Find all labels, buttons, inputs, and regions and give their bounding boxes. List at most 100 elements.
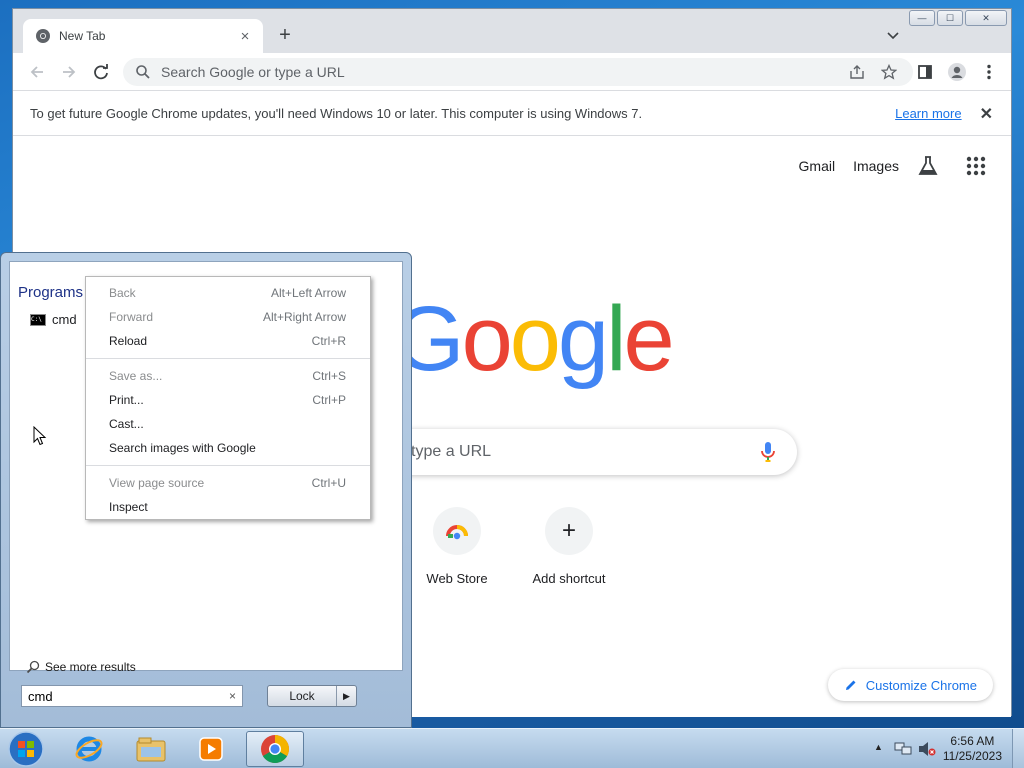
customize-chrome-button[interactable]: Customize Chrome xyxy=(827,669,993,701)
infobar-close-icon[interactable]: ✕ xyxy=(980,104,993,124)
menu-item-save-as[interactable]: Save as... Ctrl+S xyxy=(86,364,370,388)
tab-search-icon[interactable] xyxy=(885,27,901,43)
forward-icon[interactable] xyxy=(59,62,79,82)
share-icon[interactable] xyxy=(849,64,865,80)
result-cmd[interactable]: C:\ cmd xyxy=(30,312,77,327)
infobar-message: To get future Google Chrome updates, you… xyxy=(30,106,643,121)
microphone-icon[interactable] xyxy=(759,441,777,463)
menu-separator xyxy=(86,465,370,466)
menu-item-label: Print... xyxy=(109,393,144,407)
clock-time: 6:56 AM xyxy=(950,734,995,748)
ie-icon xyxy=(75,736,103,762)
menu-item-shortcut: Alt+Left Arrow xyxy=(270,286,346,300)
volume-muted-icon[interactable] xyxy=(918,741,936,757)
apps-grid-icon[interactable] xyxy=(965,155,987,177)
menu-item-back[interactable]: Back Alt+Left Arrow xyxy=(86,281,370,305)
cmd-icon: C:\ xyxy=(30,313,46,326)
lock-button[interactable]: Lock ▶ xyxy=(267,685,357,707)
profile-icon[interactable] xyxy=(947,62,967,82)
taskbar-ie[interactable] xyxy=(60,731,118,767)
start-search-input[interactable] xyxy=(28,688,229,704)
tab-close-icon[interactable]: × xyxy=(237,28,253,45)
start-menu-bottom: × Lock ▶ xyxy=(9,677,403,717)
labs-icon[interactable] xyxy=(917,155,939,177)
programs-heading: Programs xyxy=(18,284,84,301)
images-link[interactable]: Images xyxy=(853,158,899,174)
menu-icon[interactable] xyxy=(979,62,999,82)
taskbar-media-player[interactable] xyxy=(182,731,240,767)
menu-item-inspect[interactable]: Inspect xyxy=(86,495,370,519)
menu-item-shortcut: Ctrl+U xyxy=(311,476,346,490)
plus-icon: + xyxy=(545,507,593,555)
taskbar-chrome[interactable] xyxy=(246,731,304,767)
system-tray: ▲ 6:56 AM 11/25/2023 xyxy=(864,729,1024,768)
minimize-button[interactable]: — xyxy=(909,10,935,26)
taskbar: ▲ 6:56 AM 11/25/2023 xyxy=(0,728,1024,768)
see-more-label: See more results xyxy=(45,660,136,674)
back-icon[interactable] xyxy=(27,62,47,82)
menu-item-shortcut: Ctrl+S xyxy=(312,369,346,383)
shortcut-label: Add shortcut xyxy=(532,571,606,586)
pencil-icon xyxy=(845,680,856,690)
webstore-icon-circle xyxy=(433,507,481,555)
reload-icon[interactable] xyxy=(91,62,111,82)
clock-date: 11/25/2023 xyxy=(942,749,1002,763)
window-controls: — ☐ ✕ xyxy=(909,10,1007,26)
gmail-link[interactable]: Gmail xyxy=(799,158,836,174)
menu-item-label: Back xyxy=(109,286,136,300)
title-bar: New Tab × + — ☐ ✕ xyxy=(13,9,1011,53)
webstore-icon xyxy=(446,525,468,540)
tab-title: New Tab xyxy=(59,29,106,43)
star-icon[interactable] xyxy=(881,64,897,80)
menu-item-print[interactable]: Print... Ctrl+P xyxy=(86,388,370,412)
explorer-icon xyxy=(136,737,166,762)
customize-label: Customize Chrome xyxy=(865,677,977,693)
show-hidden-icons-icon[interactable]: ▲ xyxy=(874,742,883,752)
new-tab-button[interactable]: + xyxy=(275,25,295,45)
ntp-header-links: Gmail Images xyxy=(799,155,987,177)
show-desktop-button[interactable] xyxy=(1012,729,1024,768)
menu-item-reload[interactable]: Reload Ctrl+R xyxy=(86,329,370,353)
network-icon[interactable] xyxy=(894,741,912,757)
clock[interactable]: 6:56 AM 11/25/2023 xyxy=(943,734,1002,764)
clear-search-icon[interactable]: × xyxy=(229,689,236,703)
power-options-arrow-icon[interactable]: ▶ xyxy=(336,686,356,706)
see-more-results-link[interactable]: See more results xyxy=(26,660,136,674)
media-player-icon xyxy=(199,737,223,761)
menu-separator xyxy=(86,358,370,359)
menu-item-label: Inspect xyxy=(109,500,148,514)
menu-item-label: Reload xyxy=(109,334,148,348)
mouse-cursor-icon xyxy=(33,426,47,446)
menu-item-shortcut: Ctrl+R xyxy=(311,334,346,348)
menu-item-view-source[interactable]: View page source Ctrl+U xyxy=(86,471,370,495)
search-icon xyxy=(136,65,150,79)
taskbar-explorer[interactable] xyxy=(122,731,180,767)
shortcut-add[interactable]: + Add shortcut xyxy=(513,507,625,586)
menu-item-label: Search images with Google xyxy=(109,441,256,455)
menu-item-search-images[interactable]: Search images with Google xyxy=(86,436,370,460)
update-infobar: To get future Google Chrome updates, you… xyxy=(13,92,1011,136)
menu-item-label: Save as... xyxy=(109,369,163,383)
menu-item-cast[interactable]: Cast... xyxy=(86,412,370,436)
magnifier-icon xyxy=(26,660,40,674)
side-panel-icon[interactable] xyxy=(915,62,935,82)
google-logo: Google xyxy=(393,288,675,390)
toolbar: Search Google or type a URL xyxy=(13,53,1011,91)
menu-item-label: Forward xyxy=(109,310,154,324)
shortcut-label: Web Store xyxy=(426,571,488,586)
shortcut-web-store[interactable]: Web Store xyxy=(401,507,513,586)
close-window-button[interactable]: ✕ xyxy=(965,10,1007,26)
start-search-box[interactable]: × xyxy=(21,685,243,707)
menu-item-label: Cast... xyxy=(109,417,144,431)
context-menu: Back Alt+Left Arrow Forward Alt+Right Ar… xyxy=(85,276,371,520)
maximize-button[interactable]: ☐ xyxy=(937,10,963,26)
tab-new-tab[interactable]: New Tab × xyxy=(23,19,263,53)
learn-more-link[interactable]: Learn more xyxy=(895,106,961,121)
menu-item-forward[interactable]: Forward Alt+Right Arrow xyxy=(86,305,370,329)
address-bar[interactable]: Search Google or type a URL xyxy=(123,58,913,86)
start-button[interactable] xyxy=(6,730,46,768)
lock-label: Lock xyxy=(289,689,315,703)
menu-item-shortcut: Ctrl+P xyxy=(312,393,346,407)
result-label: cmd xyxy=(52,312,77,327)
address-bar-placeholder: Search Google or type a URL xyxy=(161,64,345,80)
